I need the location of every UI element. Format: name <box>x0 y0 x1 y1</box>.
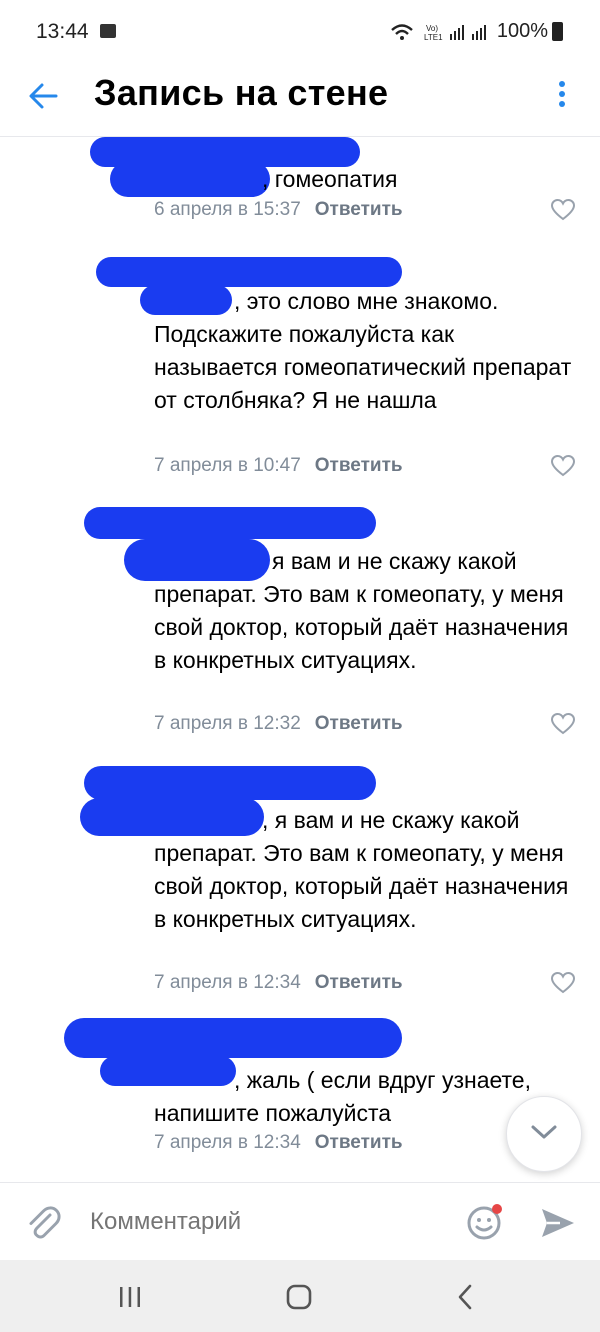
home-icon[interactable] <box>286 1284 312 1310</box>
heart-icon[interactable] <box>551 199 575 221</box>
paperclip-icon[interactable] <box>26 1205 62 1241</box>
heart-icon[interactable] <box>551 713 575 735</box>
redacted-author <box>84 507 376 539</box>
reply-link[interactable]: Ответить <box>315 713 403 734</box>
comment-text: , я вам и не скажу какой препарат. Это в… <box>154 807 569 932</box>
nav-back-icon[interactable] <box>456 1284 474 1310</box>
page-title: Запись на стене <box>94 72 389 113</box>
comment-item: , я вам и не скажу какой препарат. Это в… <box>0 762 600 1002</box>
app-header: Запись на стене <box>0 64 600 137</box>
battery-icon <box>552 22 563 41</box>
comment-meta: 7 апреля в 12:32 Ответить <box>154 713 403 735</box>
battery-percent: 100% <box>496 20 548 42</box>
svg-text:Vo): Vo) <box>426 24 438 33</box>
redacted-author <box>64 1018 402 1058</box>
comment-date: 7 апреля в 12:34 <box>154 1132 301 1153</box>
send-icon[interactable] <box>540 1207 576 1239</box>
heart-icon[interactable] <box>551 972 575 994</box>
redacted-author <box>84 766 376 800</box>
redacted-avatar <box>96 257 402 287</box>
comment-input[interactable] <box>90 1205 450 1239</box>
heart-icon[interactable] <box>551 455 575 477</box>
chevron-down-icon <box>531 1125 557 1139</box>
comment-item: , это слово мне знакомо. Подскажите пожа… <box>0 245 600 485</box>
comment-meta: 7 апреля в 12:34 Ответить <box>154 1132 403 1154</box>
comment-date: 7 апреля в 12:32 <box>154 713 301 734</box>
comment-text: , гомеопатия <box>262 166 398 192</box>
reply-link[interactable]: Ответить <box>315 1132 403 1153</box>
comment-date: 7 апреля в 10:47 <box>154 455 301 476</box>
scroll-down-button[interactable] <box>506 1096 582 1172</box>
comment-text: , это слово мне знакомо. Подскажите пожа… <box>154 288 572 413</box>
gallery-notification-icon <box>100 24 116 38</box>
reply-link[interactable]: Ответить <box>315 972 403 993</box>
comment-meta: 7 апреля в 12:34 Ответить <box>154 972 403 994</box>
comment-meta: 7 апреля в 10:47 Ответить <box>154 455 403 477</box>
redacted-author <box>110 161 270 197</box>
emoji-icon[interactable] <box>466 1203 504 1241</box>
comment-meta: 6 апреля в 15:37 Ответить <box>154 199 403 221</box>
comment-item: , гомеопатия 6 апреля в 15:37 Ответить <box>0 137 600 237</box>
comment-text: я вам и не скажу какой препарат. Это вам… <box>154 548 569 673</box>
signal-icons: Vo) LTE1 <box>391 24 486 42</box>
status-bar: 13:44 Vo) LTE1 100% <box>0 0 600 64</box>
reply-link[interactable]: Ответить <box>315 455 403 476</box>
more-vertical-icon[interactable] <box>554 78 570 110</box>
svg-text:LTE1: LTE1 <box>424 33 443 42</box>
arrow-left-icon[interactable] <box>26 80 66 112</box>
comment-date: 6 апреля в 15:37 <box>154 199 301 220</box>
comment-input-bar <box>0 1182 600 1261</box>
comment-date: 7 апреля в 12:34 <box>154 972 301 993</box>
recent-apps-icon[interactable] <box>118 1286 142 1308</box>
status-time: 13:44 <box>36 20 89 43</box>
system-nav-bar <box>0 1260 600 1332</box>
comment-item: я вам и не скажу какой препарат. Это вам… <box>0 503 600 743</box>
reply-link[interactable]: Ответить <box>315 199 403 220</box>
